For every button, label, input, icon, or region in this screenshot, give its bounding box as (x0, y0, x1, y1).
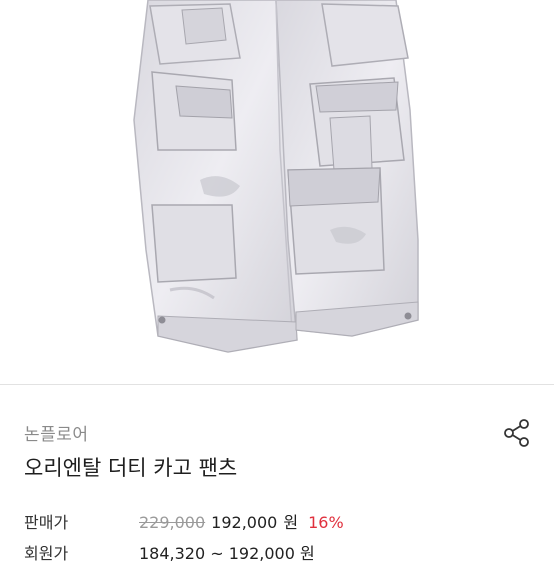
sale-price-row: 판매가 229,000 192,000 원 16% (24, 509, 344, 533)
share-button[interactable] (500, 416, 534, 450)
product-title: 오리엔탈 더티 카고 팬츠 (24, 456, 238, 480)
share-icon (504, 419, 529, 447)
discount-rate: 16% (308, 513, 344, 532)
sale-price-label: 판매가 (24, 513, 69, 532)
cargo-pants-photo (133, 0, 419, 353)
member-price-label: 회원가 (24, 544, 69, 563)
divider (0, 384, 554, 385)
sale-price: 192,000 (211, 513, 278, 532)
original-price: 229,000 (139, 513, 206, 532)
currency-unit: 원 (283, 513, 299, 532)
member-price-row: 회원가 184,320 ~ 192,000 원 (24, 540, 315, 564)
member-price-range: 184,320 ~ 192,000 원 (139, 544, 315, 563)
brand-name[interactable]: 논플로어 (24, 420, 89, 445)
product-image[interactable] (0, 0, 554, 384)
